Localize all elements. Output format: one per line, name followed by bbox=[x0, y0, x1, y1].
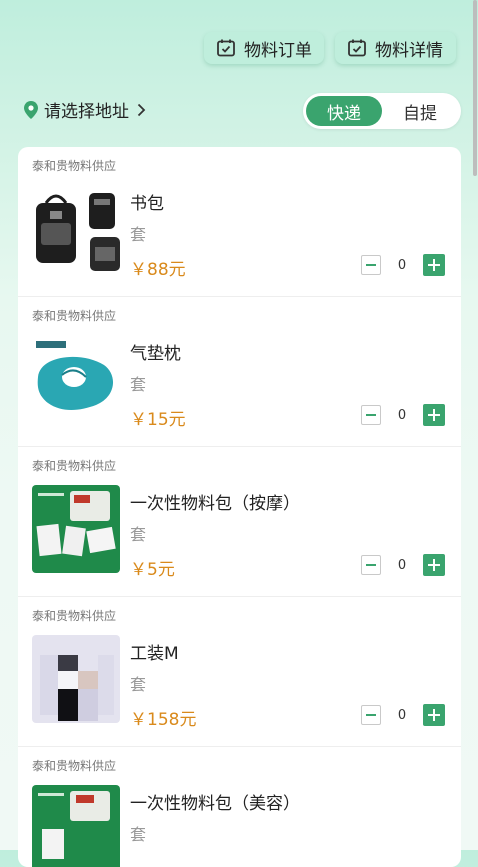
increase-quantity-button[interactable] bbox=[423, 554, 445, 576]
product-price: ￥15元 bbox=[130, 410, 186, 430]
supplier-name: 泰和贵物料供应 bbox=[32, 759, 117, 773]
product-name: 一次性物料包（美容） bbox=[130, 794, 300, 814]
product-unit: 套 bbox=[130, 525, 147, 544]
quantity-stepper: 0 bbox=[361, 254, 445, 276]
product-unit: 套 bbox=[130, 825, 147, 844]
minus-icon bbox=[366, 264, 376, 266]
calendar-check-icon bbox=[348, 39, 366, 57]
quantity-value: 0 bbox=[397, 257, 407, 273]
quantity-value: 0 bbox=[397, 557, 407, 573]
product-item: 泰和贵物料供应 一次性物料包（按摩） 套 ￥5元 0 bbox=[18, 447, 461, 597]
increase-quantity-button[interactable] bbox=[423, 254, 445, 276]
product-item: 泰和贵物料供应 气垫枕 套 ￥15元 0 bbox=[18, 297, 461, 447]
material-details-label: 物料详情 bbox=[375, 40, 443, 61]
product-list[interactable]: 泰和贵物料供应 书包 套 ￥88元 0 泰和贵物料供应 气垫枕 套 ￥15元 0… bbox=[18, 147, 461, 867]
supplier-name: 泰和贵物料供应 bbox=[32, 309, 117, 323]
quantity-stepper: 0 bbox=[361, 704, 445, 726]
material-orders-button[interactable]: 物料订单 bbox=[204, 32, 324, 64]
quantity-value: 0 bbox=[397, 407, 407, 423]
increase-quantity-button[interactable] bbox=[423, 404, 445, 426]
product-image-uniform bbox=[32, 635, 120, 723]
delivery-option-pickup[interactable]: 自提 bbox=[382, 96, 458, 126]
product-unit: 套 bbox=[130, 675, 147, 694]
chevron-right-icon bbox=[137, 103, 146, 116]
product-price: ￥88元 bbox=[130, 260, 186, 280]
product-image-neck-pillow bbox=[32, 335, 120, 423]
product-item: 泰和贵物料供应 工装M 套 ￥158元 0 bbox=[18, 597, 461, 747]
product-item: 泰和贵物料供应 书包 套 ￥88元 0 bbox=[18, 147, 461, 297]
product-image-disposable-kit bbox=[32, 785, 120, 867]
scrollbar[interactable] bbox=[473, 0, 477, 176]
delivery-method-toggle[interactable]: 快递 自提 bbox=[303, 93, 461, 129]
supplier-name: 泰和贵物料供应 bbox=[32, 159, 117, 173]
product-name: 工装M bbox=[130, 644, 179, 664]
minus-icon bbox=[366, 714, 376, 716]
delivery-option-express[interactable]: 快递 bbox=[306, 96, 382, 126]
calendar-check-icon bbox=[217, 39, 235, 57]
increase-quantity-button[interactable] bbox=[423, 704, 445, 726]
quantity-stepper: 0 bbox=[361, 404, 445, 426]
product-name: 一次性物料包（按摩） bbox=[130, 494, 300, 514]
product-price: ￥5元 bbox=[130, 560, 175, 580]
minus-icon bbox=[366, 414, 376, 416]
location-pin-icon bbox=[24, 100, 38, 119]
product-unit: 套 bbox=[130, 375, 147, 394]
decrease-quantity-button[interactable] bbox=[361, 555, 381, 575]
decrease-quantity-button[interactable] bbox=[361, 705, 381, 725]
minus-icon bbox=[366, 564, 376, 566]
product-image-backpack bbox=[32, 185, 120, 273]
supplier-name: 泰和贵物料供应 bbox=[32, 609, 117, 623]
address-selector[interactable]: 请选择地址 bbox=[24, 97, 146, 122]
supplier-name: 泰和贵物料供应 bbox=[32, 459, 117, 473]
decrease-quantity-button[interactable] bbox=[361, 405, 381, 425]
product-price: ￥158元 bbox=[130, 710, 197, 730]
quantity-stepper: 0 bbox=[361, 554, 445, 576]
material-details-button[interactable]: 物料详情 bbox=[335, 32, 456, 64]
address-label: 请选择地址 bbox=[44, 102, 129, 122]
decrease-quantity-button[interactable] bbox=[361, 255, 381, 275]
product-name: 书包 bbox=[130, 194, 164, 214]
product-image-disposable-kit bbox=[32, 485, 120, 573]
product-unit: 套 bbox=[130, 225, 147, 244]
product-item: 泰和贵物料供应 一次性物料包（美容） 套 bbox=[18, 747, 461, 867]
quantity-value: 0 bbox=[397, 707, 407, 723]
product-name: 气垫枕 bbox=[130, 344, 181, 364]
material-orders-label: 物料订单 bbox=[244, 40, 312, 61]
